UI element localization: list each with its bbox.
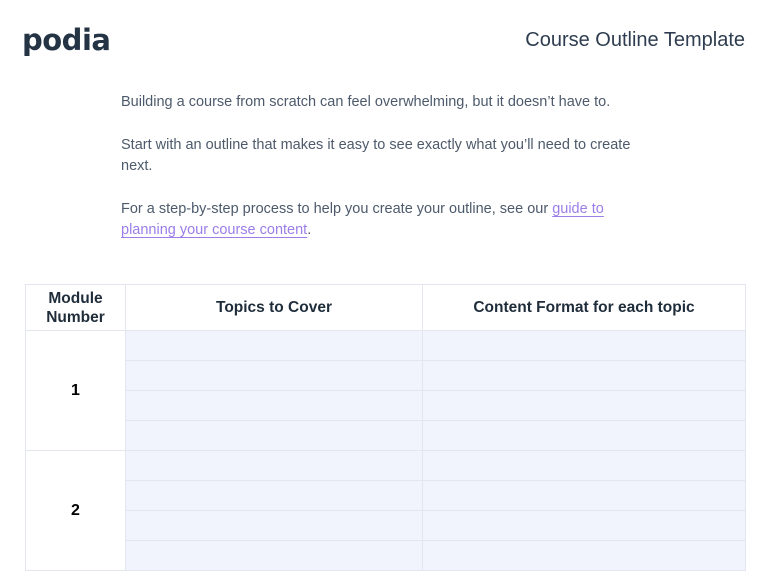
table-row [26, 420, 746, 451]
format-cell[interactable] [422, 330, 746, 361]
header-topics-to-cover: Topics to Cover [125, 284, 423, 331]
topic-cell[interactable] [125, 510, 423, 541]
format-cell[interactable] [422, 510, 746, 541]
topic-cell[interactable] [125, 390, 423, 421]
table-header-row: Module Number Topics to Cover Content Fo… [25, 284, 746, 331]
topic-cell[interactable] [125, 480, 423, 511]
header-content-format: Content Format for each topic [422, 284, 746, 331]
table-row [26, 360, 746, 391]
podia-logo: podia [22, 23, 111, 57]
intro-text: Building a course from scratch can feel … [121, 92, 641, 263]
format-cell[interactable] [422, 480, 746, 511]
intro-paragraph-3-text: For a step-by-step process to help you c… [121, 201, 553, 217]
intro-paragraph-3-end: . [307, 222, 312, 238]
topic-cell[interactable] [125, 540, 423, 571]
topic-cell[interactable] [125, 330, 423, 361]
header-module-number: Module Number [25, 284, 126, 331]
intro-paragraph-2: Start with an outline that makes it easy… [121, 137, 631, 174]
format-cell[interactable] [422, 540, 746, 571]
format-cell[interactable] [422, 420, 746, 451]
module-number-cell: 2 [25, 450, 126, 571]
table-row: 1 [25, 330, 746, 451]
intro-paragraph-1: Building a course from scratch can feel … [121, 94, 611, 110]
format-cell[interactable] [422, 450, 746, 481]
outline-table: Module Number Topics to Cover Content Fo… [25, 284, 746, 571]
intro-paragraph-3: For a step-by-step process to help you c… [121, 199, 641, 241]
table-row [26, 540, 746, 571]
format-cell[interactable] [422, 360, 746, 391]
table-row [26, 510, 746, 541]
document-title: Course Outline Template [525, 29, 745, 51]
table-row: 2 [25, 450, 746, 571]
topic-cell[interactable] [125, 360, 423, 391]
topic-cell[interactable] [125, 450, 423, 481]
table-row [26, 390, 746, 421]
topic-cell[interactable] [125, 420, 423, 451]
table-row [26, 480, 746, 511]
format-cell[interactable] [422, 390, 746, 421]
module-number-cell: 1 [25, 330, 126, 451]
